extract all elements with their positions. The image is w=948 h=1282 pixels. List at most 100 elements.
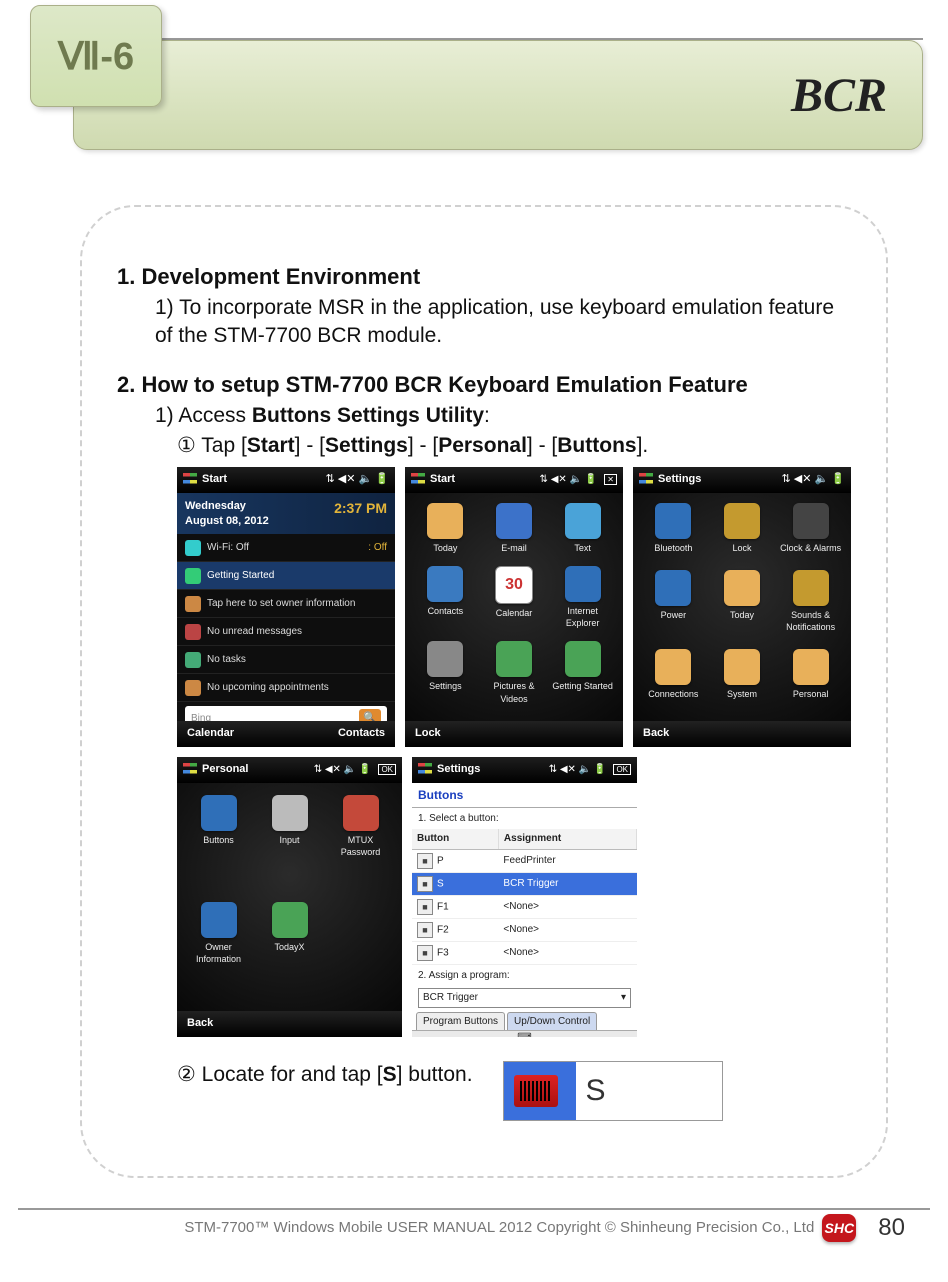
app-icon-todayx: TodayX	[256, 902, 323, 999]
hw-button-icon: ■	[417, 922, 433, 938]
app-label: Lock	[732, 542, 751, 554]
app-icon-today: Today	[413, 503, 478, 560]
home-day: Wednesday	[185, 499, 269, 514]
step2-text: ② Locate for and tap [S] button.	[177, 1061, 473, 1089]
home-rows: Wi-Fi: Off: OffGetting StartedTap here t…	[177, 534, 395, 702]
assign-label: 2. Assign a program:	[412, 965, 637, 987]
app-label: Power	[661, 609, 687, 621]
page-header: BCR Ⅶ-6	[0, 0, 948, 165]
search-row: Bing 🔍	[185, 706, 387, 720]
app-label: Connections	[648, 688, 698, 700]
button-cell: ■F2	[412, 918, 498, 941]
button-cell: ■P	[412, 849, 498, 872]
assignment-cell: BCR Trigger	[498, 872, 636, 895]
shc-logo: SHC	[822, 1214, 856, 1242]
buttons-table: Button Assignment ■PFeedPrinter■SBCR Tri…	[412, 829, 637, 965]
screenshot-buttons-settings: Settings ⇅ ◀✕ 🔈 🔋 OK Buttons 1. Select a…	[412, 757, 637, 1037]
app-label: Bluetooth	[654, 542, 692, 554]
chapter-tab: Ⅶ-6	[30, 5, 162, 107]
wm-softkeys: Calendar Contacts	[177, 721, 395, 747]
app-icon-sounds-notifications: Sounds & Notifications	[778, 570, 843, 643]
screenshots-row-2: Personal ⇅ ◀✕ 🔈 🔋 OK ButtonsInputMTUX Pa…	[117, 757, 851, 1037]
app-label: Today	[433, 542, 457, 554]
app-icon-mtux-password: MTUX Password	[327, 795, 394, 892]
ok-button: OK	[378, 764, 396, 775]
st1-s1: ] - [	[295, 434, 325, 457]
row-icon	[185, 652, 201, 668]
app-glyph	[272, 795, 308, 831]
wm-titlebar: Personal ⇅ ◀✕ 🔈 🔋 OK	[177, 757, 402, 783]
chevron-down-icon: ▾	[621, 991, 626, 1005]
home-row: No tasks	[177, 646, 395, 674]
st1-s2: ] - [	[408, 434, 438, 457]
row-label: No tasks	[207, 653, 246, 667]
s-button-label: S	[586, 1071, 606, 1112]
app-icon-clock-alarms: Clock & Alarms	[778, 503, 843, 564]
app-glyph	[724, 649, 760, 685]
home-row: Tap here to set owner information	[177, 590, 395, 618]
windows-flag-icon	[639, 473, 653, 487]
bar-title: Start	[430, 472, 455, 487]
row-icon	[185, 624, 201, 640]
wm-titlebar: Settings ⇅ ◀✕ 🔈 🔋	[633, 467, 851, 493]
st1-b1: Start	[247, 434, 295, 457]
search-placeholder: Bing	[191, 712, 211, 721]
app-icon-owner-information: Owner Information	[185, 902, 252, 999]
app-glyph	[427, 503, 463, 539]
assignment-cell: FeedPrinter	[498, 849, 636, 872]
tab-program-buttons: Program Buttons	[416, 1012, 505, 1031]
hw-button-icon: ■	[417, 876, 433, 892]
app-glyph: 30	[495, 566, 533, 604]
bar-title: Settings	[658, 472, 701, 487]
button-cell: ■F3	[412, 941, 498, 964]
s-button-illustration: S	[503, 1061, 723, 1121]
app-icon-pictures-videos: Pictures & Videos	[482, 641, 547, 710]
app-icon-contacts: Contacts	[413, 566, 478, 635]
st2-b: S	[383, 1063, 397, 1086]
assignment-cell: <None>	[498, 941, 636, 964]
home-date: August 08, 2012	[185, 514, 269, 529]
app-label: Getting Started	[552, 680, 613, 692]
col-button: Button	[412, 829, 498, 849]
app-icon-power: Power	[641, 570, 706, 643]
app-label: Contacts	[428, 605, 464, 617]
grid-body: ButtonsInputMTUX PasswordOwner Informati…	[177, 783, 402, 1011]
app-glyph	[427, 641, 463, 677]
wm-softkeys: Back	[633, 721, 851, 747]
section2-heading: 2. How to setup STM-7700 BCR Keyboard Em…	[117, 370, 851, 400]
st1-p: ① Tap [	[177, 434, 247, 457]
ok-button: OK	[613, 764, 631, 775]
footer-text: STM-7700™ Windows Mobile USER MANUAL 201…	[184, 1219, 814, 1236]
col-assignment: Assignment	[498, 829, 636, 849]
screenshot-personal: Personal ⇅ ◀✕ 🔈 🔋 OK ButtonsInputMTUX Pa…	[177, 757, 402, 1037]
app-label: Personal	[793, 688, 829, 700]
app-label: Owner Information	[185, 941, 252, 965]
barcode-icon	[514, 1075, 558, 1107]
s1-text: To incorporate MSR in the application, u…	[155, 296, 834, 347]
app-icon-lock: Lock	[710, 503, 775, 564]
status-icons: ⇅ ◀✕ 🔈 🔋	[326, 472, 389, 487]
assignment-cell: <None>	[498, 895, 636, 918]
hw-button-icon: ■	[417, 853, 433, 869]
app-glyph	[565, 503, 601, 539]
st1-s3: ] - [	[527, 434, 557, 457]
app-grid: ButtonsInputMTUX PasswordOwner Informati…	[177, 783, 402, 1011]
app-icon-bluetooth: Bluetooth	[641, 503, 706, 564]
home-row: No unread messages	[177, 618, 395, 646]
table-row: ■F1<None>	[412, 895, 637, 918]
app-icon-buttons: Buttons	[185, 795, 252, 892]
softkey-left: Lock	[415, 726, 441, 741]
document-page: BCR Ⅶ-6 1. Development Environment 1) To…	[0, 0, 948, 1282]
row-icon	[185, 540, 201, 556]
button-cell: ■F1	[412, 895, 498, 918]
app-grid: BluetoothLockClock & AlarmsPowerTodaySou…	[633, 493, 851, 721]
windows-flag-icon	[418, 763, 432, 777]
app-glyph	[201, 902, 237, 938]
section2-item1: 1) Access Buttons Settings Utility:	[117, 402, 851, 430]
windows-flag-icon	[411, 473, 425, 487]
home-row: Getting Started	[177, 562, 395, 590]
st1-b4: Buttons	[557, 434, 636, 457]
section1-item1: 1) To incorporate MSR in the application…	[117, 294, 851, 351]
st2-s: ] button.	[397, 1063, 473, 1086]
home-row: No upcoming appointments	[177, 674, 395, 702]
